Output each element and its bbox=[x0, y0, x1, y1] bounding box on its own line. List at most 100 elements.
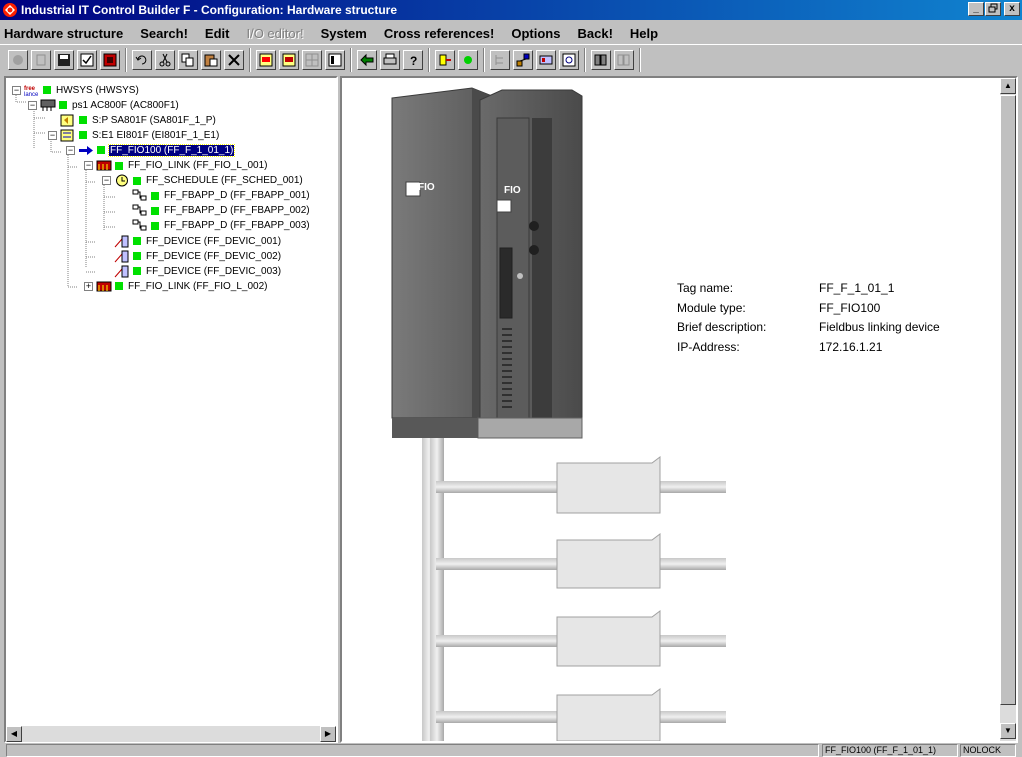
tool-button-8[interactable] bbox=[559, 49, 579, 70]
new-button[interactable] bbox=[31, 49, 51, 70]
tree-node[interactable]: FF_FBAPP_D (FF_FBAPP_003) bbox=[120, 219, 311, 233]
collapse-minus-icon[interactable]: − bbox=[66, 145, 75, 155]
front-fio-label-right: FIO bbox=[504, 185, 521, 196]
tool-button-1[interactable] bbox=[256, 49, 276, 70]
status-lock: NOLOCK bbox=[960, 744, 1016, 757]
cut-button[interactable] bbox=[155, 49, 175, 70]
menu-edit[interactable]: Edit bbox=[205, 26, 230, 41]
tree-node[interactable]: − ps1 AC800F (AC800F1) bbox=[28, 98, 180, 112]
grid-icon bbox=[305, 53, 319, 66]
collapse-minus-icon[interactable]: − bbox=[102, 176, 111, 186]
tree-node-label: FF_FIO100 (FF_F_1_01_1) bbox=[107, 143, 236, 157]
tree-node[interactable]: FF_DEVICE (FF_DEVIC_003) bbox=[102, 264, 282, 278]
tree-node[interactable]: FF_DEVICE (FF_DEVIC_001) bbox=[102, 234, 282, 248]
tool-button-7[interactable] bbox=[536, 49, 556, 70]
new-document-icon bbox=[36, 54, 46, 65]
no-expander bbox=[102, 252, 111, 261]
collapse-minus-icon[interactable]: − bbox=[48, 130, 57, 140]
no-expander bbox=[102, 237, 111, 246]
save-button[interactable] bbox=[54, 49, 74, 70]
tree-node[interactable]: S:P SA801F (SA801F_1_P) bbox=[48, 113, 217, 127]
tree-node[interactable]: FF_DEVICE (FF_DEVIC_002) bbox=[102, 249, 282, 263]
collapse-minus-icon[interactable]: − bbox=[28, 100, 37, 110]
minimize-button[interactable]: _ bbox=[968, 2, 984, 16]
help-button[interactable]: ? bbox=[403, 49, 423, 70]
expand-plus-icon[interactable]: + bbox=[84, 281, 93, 291]
schedule-icon bbox=[114, 174, 130, 187]
status-ok-icon bbox=[115, 282, 123, 291]
tree-node[interactable]: + FF_FIO_LINK (FF_FIO_L_002) bbox=[84, 279, 269, 293]
undo-button[interactable] bbox=[132, 49, 152, 70]
tool-button-6[interactable] bbox=[513, 49, 533, 70]
scroll-up-button[interactable]: ▲ bbox=[1000, 78, 1016, 94]
tree-horizontal-scrollbar[interactable]: ◀ ▶ bbox=[6, 726, 336, 742]
scroll-track[interactable] bbox=[22, 726, 320, 742]
scroll-thumb[interactable] bbox=[1000, 95, 1016, 705]
scroll-left-button[interactable]: ◀ bbox=[6, 726, 22, 742]
tree-node[interactable]: − FF_SCHEDULE (FF_SCHED_001) bbox=[102, 174, 304, 188]
field-device-icon bbox=[114, 235, 130, 248]
menu-search[interactable]: Search! bbox=[140, 26, 188, 41]
tool-button-5[interactable] bbox=[490, 49, 510, 70]
tree-node[interactable]: FF_FBAPP_D (FF_FBAPP_002) bbox=[120, 204, 311, 218]
collapse-minus-icon[interactable]: − bbox=[12, 85, 21, 95]
close-button[interactable]: x bbox=[1004, 2, 1020, 16]
status-ok-icon bbox=[79, 131, 87, 140]
status-ok-icon bbox=[133, 252, 141, 261]
tree-node-label: FF_FBAPP_D (FF_FBAPP_001) bbox=[164, 190, 310, 202]
fio-module-illustration bbox=[391, 87, 726, 741]
print-button[interactable] bbox=[380, 49, 400, 70]
detail-vertical-scrollbar[interactable]: ▲ ▼ bbox=[1000, 78, 1016, 741]
function-block-app-icon bbox=[132, 189, 148, 202]
info-value: FF_F_1_01_1 bbox=[819, 281, 895, 295]
network-icon bbox=[516, 53, 530, 66]
menu-back[interactable]: Back! bbox=[577, 26, 612, 41]
menu-options[interactable]: Options bbox=[511, 26, 560, 41]
tree-node-label: FF_FIO_LINK (FF_FIO_L_002) bbox=[128, 280, 268, 292]
menu-system[interactable]: System bbox=[321, 26, 367, 41]
menu-hardware-structure[interactable]: Hardware structure bbox=[4, 26, 123, 41]
field-device-icon bbox=[114, 265, 130, 278]
restore-button[interactable] bbox=[985, 2, 1001, 16]
delete-button[interactable] bbox=[224, 49, 244, 70]
tree-node[interactable]: − free lance HWSYS (HWSYS) bbox=[12, 83, 140, 98]
tool-button-4[interactable] bbox=[325, 49, 345, 70]
collapse-minus-icon[interactable]: − bbox=[84, 161, 93, 170]
check-button[interactable] bbox=[77, 49, 97, 70]
menu-help[interactable]: Help bbox=[630, 26, 658, 41]
ethernet-module-icon bbox=[60, 129, 76, 142]
hardware-tree-pane[interactable]: − free lance HWSYS (HWSYS) − ps1 AC800F (AC80… bbox=[4, 76, 338, 743]
back-arrow-button[interactable] bbox=[357, 49, 377, 70]
module-detail-pane: FIO FIO Tag name: FF_F_1_01_1 Module type:… bbox=[340, 76, 1018, 743]
scroll-right-button[interactable]: ▶ bbox=[320, 726, 336, 742]
tree-node[interactable]: − FF_FIO100 (FF_F_1_01_1) bbox=[66, 143, 236, 157]
paste-button[interactable] bbox=[201, 49, 221, 70]
no-expander bbox=[48, 116, 57, 125]
copy-button[interactable] bbox=[178, 49, 198, 70]
online-status-button[interactable] bbox=[458, 49, 478, 70]
printer-icon bbox=[383, 53, 397, 64]
stop-icon bbox=[103, 53, 117, 66]
scroll-down-button[interactable]: ▼ bbox=[1000, 723, 1016, 739]
commission-button[interactable] bbox=[435, 49, 455, 70]
menu-io-editor[interactable]: I/O editor! bbox=[246, 26, 303, 41]
insert-object-button[interactable] bbox=[8, 49, 28, 70]
tool-button-3[interactable] bbox=[302, 49, 322, 70]
fieldbus-link-icon bbox=[96, 159, 112, 172]
restore-icon bbox=[988, 3, 998, 13]
tool-button-10[interactable] bbox=[614, 49, 634, 70]
no-expander bbox=[120, 221, 129, 230]
info-value: 172.16.1.21 bbox=[819, 339, 883, 354]
function-block-app-icon bbox=[132, 219, 148, 232]
info-key: Tag name: bbox=[677, 281, 734, 295]
tool-button-9[interactable] bbox=[591, 49, 611, 70]
status-ok-icon bbox=[97, 146, 105, 155]
window-title: Industrial IT Control Builder F - Config… bbox=[21, 3, 398, 17]
menu-cross-references[interactable]: Cross references! bbox=[384, 26, 495, 41]
tool-button-2[interactable] bbox=[279, 49, 299, 70]
tree-node[interactable]: FF_FBAPP_D (FF_FBAPP_001) bbox=[120, 189, 311, 203]
tree-node[interactable]: − FF_FIO_LINK (FF_FIO_L_001) bbox=[84, 159, 269, 173]
commission-icon bbox=[439, 54, 451, 65]
tree-node[interactable]: − S:E1 EI801F (EI801F_1_E1) bbox=[48, 128, 220, 142]
stop-button[interactable] bbox=[100, 49, 120, 70]
